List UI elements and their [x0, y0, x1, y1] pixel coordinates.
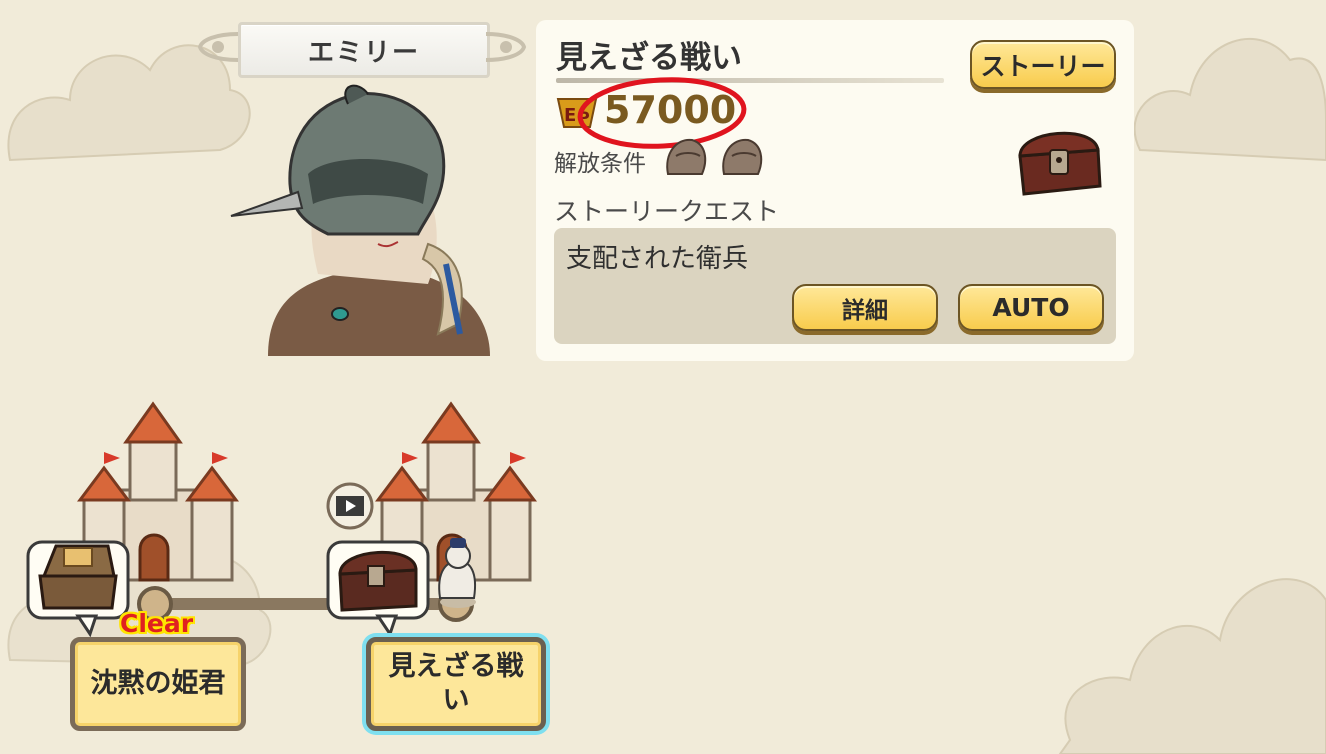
video-icon: [326, 482, 374, 530]
hood-icon: [666, 138, 707, 175]
map-node-invisible-battle[interactable]: 見えざる戦 い: [366, 637, 546, 731]
character-name: エミリー: [307, 37, 420, 68]
story-quest-name: 支配された衛兵: [566, 244, 749, 274]
story-quest-box: 支配された衛兵 詳細 AUTO: [554, 228, 1116, 344]
open-chest-icon: [26, 540, 130, 638]
map-node-label: 見えざる戦 い: [388, 651, 524, 716]
svg-text:E: E: [564, 105, 576, 126]
clear-badge: Clear: [120, 609, 194, 638]
map-node-label: 沈黙の姫君: [90, 668, 226, 699]
cloud-decoration-topright: [1133, 37, 1326, 162]
story-quest-label: ストーリークエスト: [554, 197, 780, 226]
cloud-decoration-bottomright: [1058, 578, 1326, 754]
character-portrait: [230, 84, 490, 356]
story-button[interactable]: ストーリー: [970, 40, 1116, 89]
unlock-condition-label: 解放条件: [554, 151, 646, 177]
detail-button[interactable]: 詳細: [792, 284, 938, 331]
plate-ornament-left: [197, 32, 239, 62]
quest-title: 見えざる戦い: [556, 40, 742, 76]
treasure-chest-icon: [326, 540, 430, 638]
map-node-silent-princess[interactable]: 沈黙の姫君: [70, 637, 246, 731]
hood-icon: [722, 138, 763, 175]
plate-ornament-right: [485, 32, 527, 62]
auto-button[interactable]: AUTO: [958, 284, 1104, 331]
quest-info-panel: 見えざる戦い ストーリー E P 57000 解放条件 ストーリークエスト 支配…: [536, 20, 1134, 361]
treasure-chest-icon: [1018, 131, 1102, 196]
character-name-plate: エミリー: [238, 22, 490, 78]
